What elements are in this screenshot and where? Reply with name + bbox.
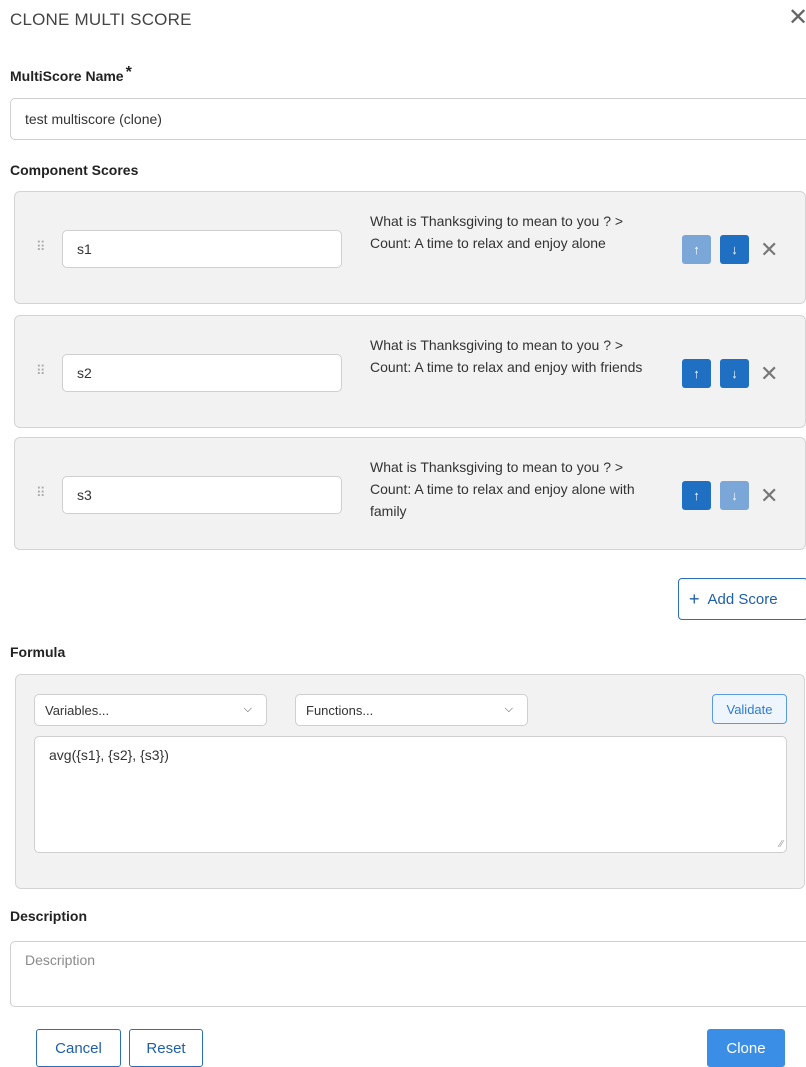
score-variable-input[interactable] [62,230,342,268]
remove-icon[interactable]: ✕ [760,481,778,510]
score-description: What is Thanksgiving to mean to you ? > … [370,213,624,251]
functions-select-value: Functions... [306,702,374,718]
move-down-button[interactable]: ↓ [720,481,749,510]
functions-select[interactable]: Functions... ⌵ [295,694,528,726]
formula-value: avg({s1}, {s2}, {s3}) [49,747,169,763]
remove-icon[interactable]: ✕ [760,235,778,264]
drag-handle-icon[interactable]: ⠿ [36,240,45,253]
chevron-down-icon: ⌵ [504,703,513,715]
score-variable-input[interactable] [62,476,342,514]
arrow-down-icon: ↓ [731,242,738,257]
dialog-title: CLONE MULTI SCORE [10,10,192,29]
move-down-button[interactable]: ↓ [720,235,749,264]
drag-handle-icon[interactable]: ⠿ [36,486,45,499]
score-variable-input[interactable] [62,354,342,392]
component-score-row: ⠿ What is Thanksgiving to mean to you ? … [14,191,806,304]
formula-textarea[interactable]: avg({s1}, {s2}, {s3}) ∕∕ [34,736,787,853]
close-icon[interactable]: ✕ [788,6,806,30]
drag-handle-icon[interactable]: ⠿ [36,364,45,377]
cancel-button[interactable]: Cancel [36,1029,121,1067]
component-score-row: ⠿ What is Thanksgiving to mean to you ? … [14,437,806,550]
variables-select[interactable]: Variables... ⌵ [34,694,267,726]
plus-icon: + [689,588,700,609]
arrow-up-icon: ↑ [693,242,700,257]
formula-panel: Variables... ⌵ Functions... ⌵ Validate a… [15,674,805,889]
component-scores-label: Component Scores [10,162,139,178]
score-description: What is Thanksgiving to mean to you ? > … [370,459,635,519]
add-score-button[interactable]: + Add Score [678,578,806,620]
arrow-up-icon: ↑ [693,488,700,503]
multiscore-name-label-text: MultiScore Name [10,68,124,84]
description-textarea[interactable]: Description ∕∕ [10,941,806,1007]
arrow-down-icon: ↓ [731,488,738,503]
description-placeholder: Description [25,952,96,968]
formula-label: Formula [10,644,66,660]
resize-grip-icon[interactable]: ∕∕ [780,840,783,850]
required-asterisk: * [125,64,132,81]
move-up-button[interactable]: ↑ [682,481,711,510]
description-label: Description [10,908,88,924]
multiscore-name-label: MultiScore Name * [10,64,132,86]
clone-button[interactable]: Clone [707,1029,785,1067]
move-down-button[interactable]: ↓ [720,359,749,388]
add-score-label: Add Score [707,590,778,608]
score-description: What is Thanksgiving to mean to you ? > … [370,337,643,375]
chevron-down-icon: ⌵ [243,703,252,715]
remove-icon[interactable]: ✕ [760,359,778,388]
multiscore-name-input[interactable] [10,98,806,140]
validate-button[interactable]: Validate [712,694,787,724]
arrow-down-icon: ↓ [731,366,738,381]
move-up-button[interactable]: ↑ [682,359,711,388]
component-score-row: ⠿ What is Thanksgiving to mean to you ? … [14,315,806,428]
variables-select-value: Variables... [45,702,110,718]
reset-button[interactable]: Reset [129,1029,203,1067]
arrow-up-icon: ↑ [693,366,700,381]
move-up-button[interactable]: ↑ [682,235,711,264]
